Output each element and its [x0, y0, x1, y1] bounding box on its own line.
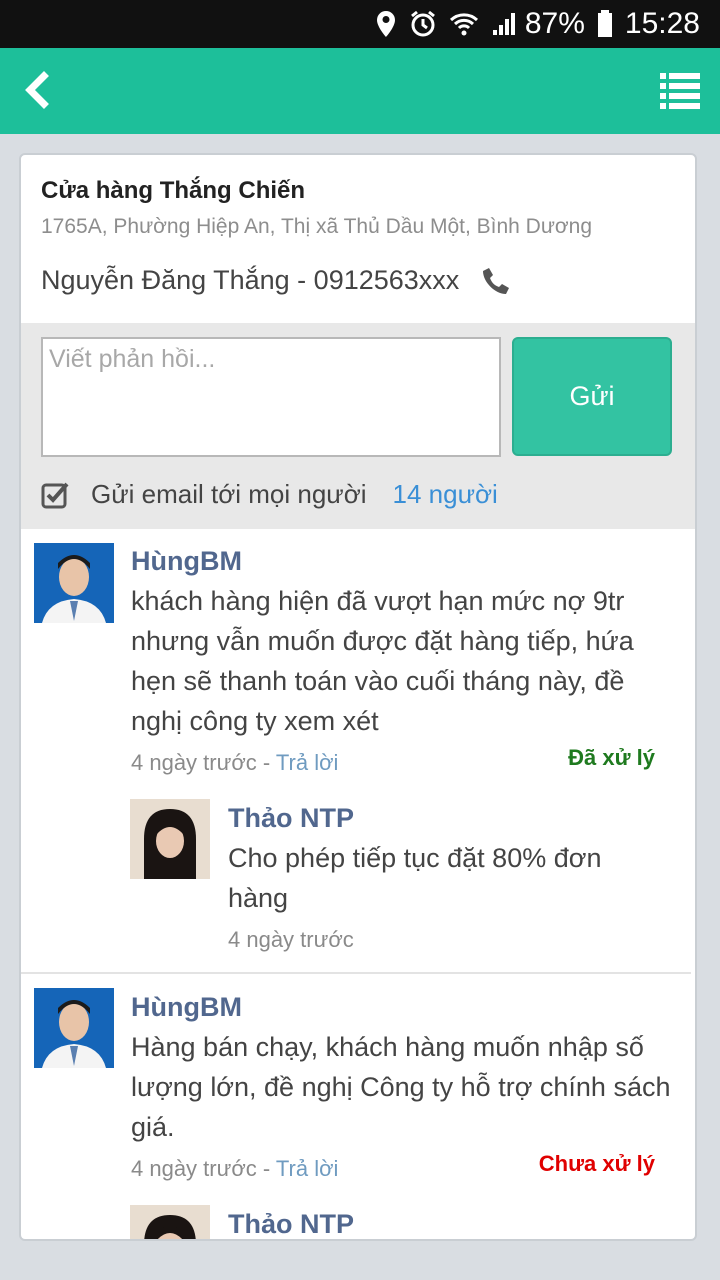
- comment-time: 4 ngày trước: [131, 1156, 257, 1181]
- store-header: Cửa hàng Thắng Chiến 1765A, Phường Hiệp …: [21, 155, 695, 323]
- meta-separator: -: [256, 750, 276, 775]
- reply-author[interactable]: Thảo NTP: [228, 1209, 354, 1239]
- reply-input[interactable]: [41, 337, 501, 457]
- status-bar: 87% 15:28: [0, 0, 720, 48]
- send-button[interactable]: Gửi: [512, 337, 672, 456]
- battery-percent: 87%: [524, 7, 585, 40]
- store-address: 1765A, Phường Hiệp An, Thị xã Thủ Dầu Mộ…: [41, 215, 593, 238]
- phone-icon[interactable]: [481, 266, 511, 296]
- comment-meta: 4 ngày trước - Trả lời: [131, 1156, 338, 1182]
- app-bar: [0, 48, 720, 134]
- reply-link[interactable]: Trả lời: [276, 1156, 339, 1181]
- comment-text: khách hàng hiện đã vượt hạn mức nợ 9tr n…: [131, 586, 634, 736]
- avatar: [130, 1205, 210, 1239]
- reply-text: Cho phép tiếp tục đặt 80% đơn hàng: [228, 843, 602, 913]
- comment-item: HùngBM Hàng bán chạy, khách hàng muốn nh…: [21, 973, 695, 1239]
- list-menu-icon[interactable]: [660, 72, 700, 110]
- contact-text: Nguyễn Đăng Thắng - 0912563xxx: [41, 265, 460, 295]
- comment-author[interactable]: HùngBM: [131, 546, 242, 577]
- clock: 15:28: [624, 7, 700, 40]
- reply-link[interactable]: Trả lời: [276, 750, 339, 775]
- email-row: Gửi email tới mọi người 14 người: [41, 479, 498, 510]
- email-checkbox-icon[interactable]: [41, 481, 69, 509]
- location-icon: [375, 10, 397, 38]
- alarm-icon: [409, 10, 437, 38]
- email-recipient-count[interactable]: 14 người: [393, 479, 498, 510]
- store-name: Cửa hàng Thắng Chiến: [41, 177, 306, 204]
- comment-item: HùngBM khách hàng hiện đã vượt hạn mức n…: [21, 529, 695, 974]
- comment-meta: 4 ngày trước - Trả lời: [131, 750, 338, 776]
- avatar: [130, 799, 210, 879]
- back-chevron-icon[interactable]: [18, 68, 62, 112]
- signal-icon: [491, 11, 517, 37]
- battery-icon: [597, 10, 613, 38]
- comment-time: 4 ngày trước: [131, 750, 257, 775]
- comment-author[interactable]: HùngBM: [131, 992, 242, 1023]
- store-feedback-card: Cửa hàng Thắng Chiến 1765A, Phường Hiệp …: [19, 153, 697, 1241]
- comment-text: Hàng bán chạy, khách hàng muốn nhập số l…: [131, 1032, 671, 1142]
- reply-area: Gửi Gửi email tới mọi người 14 người: [21, 323, 695, 529]
- wifi-icon: [449, 11, 479, 37]
- status-badge: Đã xử lý: [568, 745, 655, 770]
- comment-list: HùngBM khách hàng hiện đã vượt hạn mức n…: [21, 529, 695, 1239]
- contact-row: Nguyễn Đăng Thắng - 0912563xxx: [41, 265, 675, 296]
- avatar: [34, 543, 114, 623]
- meta-separator: -: [256, 1156, 276, 1181]
- reply-time: 4 ngày trước: [228, 927, 354, 952]
- email-label: Gửi email tới mọi người: [91, 479, 367, 509]
- reply-author[interactable]: Thảo NTP: [228, 803, 354, 834]
- avatar: [34, 988, 114, 1068]
- status-badge: Chưa xử lý: [538, 1151, 655, 1176]
